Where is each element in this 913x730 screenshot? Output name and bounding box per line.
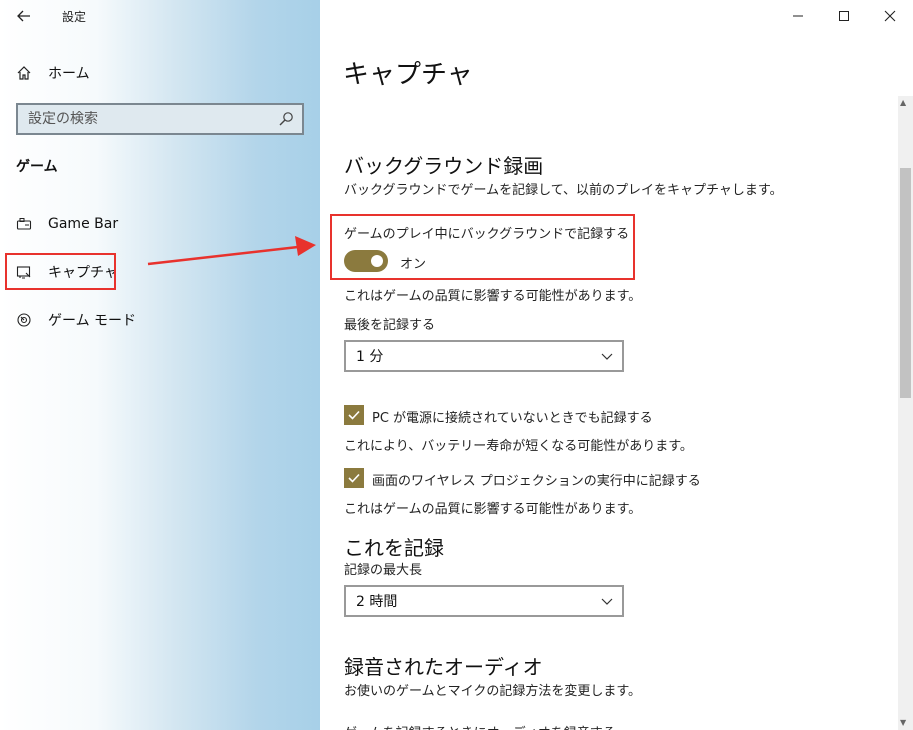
annotation-arrow: [147, 236, 316, 266]
